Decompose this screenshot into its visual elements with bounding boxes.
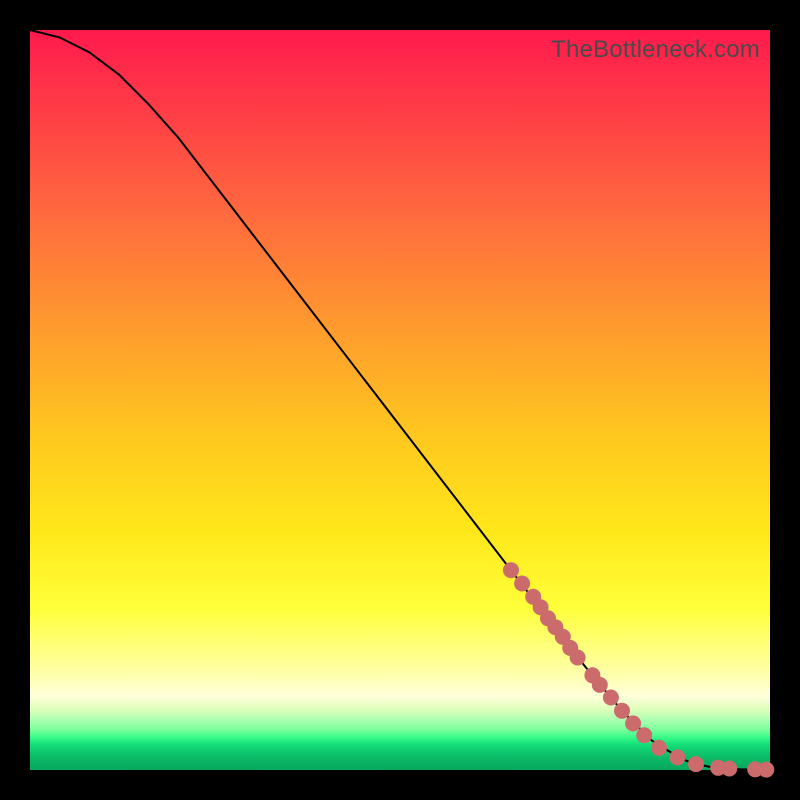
data-point (688, 756, 704, 772)
bottleneck-curve (30, 30, 770, 770)
data-point (721, 761, 737, 777)
data-point (514, 576, 530, 592)
data-point (636, 727, 652, 743)
data-point (670, 749, 686, 765)
data-point (758, 762, 774, 778)
data-point (651, 740, 667, 756)
data-point (625, 715, 641, 731)
plot-area: TheBottleneck.com (30, 30, 770, 770)
chart-overlay (30, 30, 770, 770)
data-point (614, 703, 630, 719)
data-point (603, 690, 619, 706)
data-point (592, 677, 608, 693)
data-points-group (503, 562, 774, 777)
chart-frame: TheBottleneck.com (0, 0, 800, 800)
data-point (503, 562, 519, 578)
data-point (570, 650, 586, 666)
